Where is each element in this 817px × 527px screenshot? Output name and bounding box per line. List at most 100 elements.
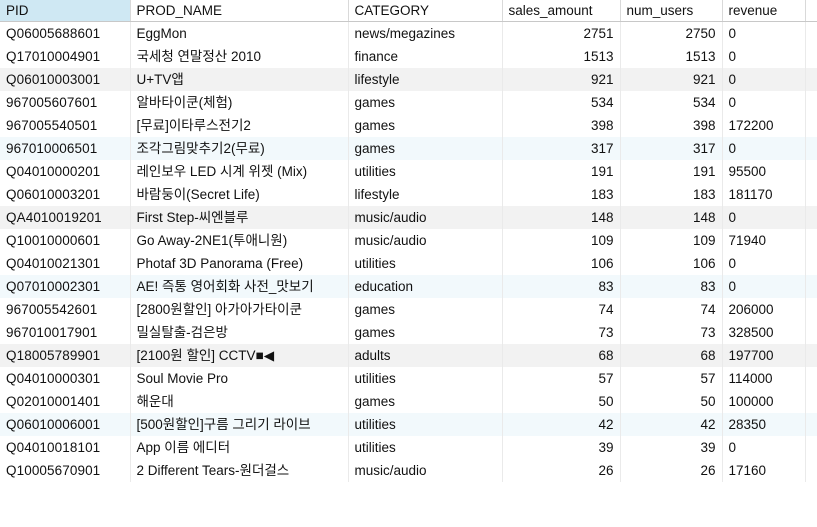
cell-category[interactable]: music/audio [348, 206, 503, 229]
cell-prod-name[interactable]: Go Away-2NE1(투애니원) [130, 229, 349, 252]
cell-revenue[interactable]: 206000 [722, 298, 806, 321]
table-row[interactable]: 967005542601 [2800원할인] 아가아가타이쿤 games 74 74 20… [0, 298, 817, 321]
cell-num-users[interactable]: 148 [620, 206, 723, 229]
cell-category[interactable]: lifestyle [348, 68, 503, 91]
cell-sales-amount[interactable]: 57 [502, 367, 621, 390]
table-row[interactable]: Q04010000201 레인보우 LED 시계 위젯 (Mix) utilitie… [0, 160, 817, 183]
cell-category[interactable]: games [348, 114, 503, 137]
cell-sales-amount[interactable]: 74 [502, 298, 621, 321]
cell-sales-amount[interactable]: 191 [502, 160, 621, 183]
cell-revenue[interactable]: 0 [722, 436, 806, 459]
cell-num-users[interactable]: 183 [620, 183, 723, 206]
cell-prod-name[interactable]: [무료]이타루스전기2 [130, 114, 349, 137]
cell-category[interactable]: utilities [348, 160, 503, 183]
cell-prod-name[interactable]: [2100원 할인] CCTV■◀ [130, 344, 349, 367]
column-header-sales-amount[interactable]: sales_amount [502, 0, 621, 22]
table-row[interactable]: Q04010000301 Soul Movie Pro utilities 57 57 1… [0, 367, 817, 390]
cell-prod-name[interactable]: App 이름 에디터 [130, 436, 349, 459]
cell-num-users[interactable]: 57 [620, 367, 723, 390]
cell-prod-name[interactable]: 국세청 연말정산 2010 [130, 45, 349, 68]
cell-revenue[interactable]: 0 [722, 137, 806, 160]
cell-sales-amount[interactable]: 317 [502, 137, 621, 160]
cell-revenue[interactable]: 0 [722, 206, 806, 229]
cell-pid[interactable]: Q02010001401 [0, 390, 131, 413]
cell-num-users[interactable]: 191 [620, 160, 723, 183]
cell-num-users[interactable]: 73 [620, 321, 723, 344]
cell-revenue[interactable]: 0 [722, 21, 806, 45]
cell-sales-amount[interactable]: 83 [502, 275, 621, 298]
cell-category[interactable]: education [348, 275, 503, 298]
cell-revenue[interactable]: 181170 [722, 183, 806, 206]
cell-revenue[interactable]: 114000 [722, 367, 806, 390]
cell-category[interactable]: music/audio [348, 459, 503, 482]
cell-pid[interactable]: Q10005670901 [0, 459, 131, 482]
cell-num-users[interactable]: 42 [620, 413, 723, 436]
cell-category[interactable]: games [348, 321, 503, 344]
table-row[interactable]: Q06010003001 U+TV앱 lifestyle 921 921 0 [0, 68, 817, 91]
cell-prod-name[interactable]: Photaf 3D Panorama (Free) [130, 252, 349, 275]
cell-revenue[interactable]: 0 [722, 68, 806, 91]
cell-num-users[interactable]: 1513 [620, 45, 723, 68]
cell-revenue[interactable]: 100000 [722, 390, 806, 413]
cell-prod-name[interactable]: 알바타이쿤(체험) [130, 91, 349, 114]
cell-sales-amount[interactable]: 50 [502, 390, 621, 413]
table-row[interactable]: Q18005789901 [2100원 할인] CCTV■◀ adults 68 68 1… [0, 344, 817, 367]
cell-revenue[interactable]: 17160 [722, 459, 806, 482]
cell-num-users[interactable]: 317 [620, 137, 723, 160]
cell-prod-name[interactable]: Soul Movie Pro [130, 367, 349, 390]
table-row[interactable]: Q17010004901 국세청 연말정산 2010 finance 1513 1513… [0, 45, 817, 68]
cell-revenue[interactable]: 197700 [722, 344, 806, 367]
cell-category[interactable]: utilities [348, 436, 503, 459]
cell-num-users[interactable]: 83 [620, 275, 723, 298]
cell-num-users[interactable]: 921 [620, 68, 723, 91]
cell-prod-name[interactable]: U+TV앱 [130, 68, 349, 91]
cell-num-users[interactable]: 68 [620, 344, 723, 367]
cell-pid[interactable]: 967010017901 [0, 321, 131, 344]
cell-sales-amount[interactable]: 106 [502, 252, 621, 275]
cell-category[interactable]: finance [348, 45, 503, 68]
table-row[interactable]: 967005540501 [무료]이타루스전기2 games 398 398 172200 [0, 114, 817, 137]
cell-num-users[interactable]: 106 [620, 252, 723, 275]
cell-revenue[interactable]: 0 [722, 275, 806, 298]
cell-pid[interactable]: 967005542601 [0, 298, 131, 321]
column-header-prod-name[interactable]: PROD_NAME [130, 0, 349, 22]
cell-category[interactable]: games [348, 137, 503, 160]
column-header-pid[interactable]: PID [0, 0, 131, 22]
cell-prod-name[interactable]: [500원할인]구름 그리기 라이브 [130, 413, 349, 436]
cell-pid[interactable]: Q06010006001 [0, 413, 131, 436]
result-grid[interactable]: PID PROD_NAME CATEGORY sales_amount num_… [0, 0, 817, 527]
cell-category[interactable]: utilities [348, 367, 503, 390]
cell-sales-amount[interactable]: 921 [502, 68, 621, 91]
cell-pid[interactable]: QA4010019201 [0, 206, 131, 229]
cell-sales-amount[interactable]: 183 [502, 183, 621, 206]
cell-num-users[interactable]: 398 [620, 114, 723, 137]
cell-sales-amount[interactable]: 73 [502, 321, 621, 344]
cell-revenue[interactable]: 95500 [722, 160, 806, 183]
table-row[interactable]: Q10010000601 Go Away-2NE1(투애니원) music/audi… [0, 229, 817, 252]
cell-sales-amount[interactable]: 1513 [502, 45, 621, 68]
column-header-revenue[interactable]: revenue [722, 0, 806, 22]
cell-num-users[interactable]: 534 [620, 91, 723, 114]
table-row[interactable]: Q02010001401 해운대 games 50 50 100000 [0, 390, 817, 413]
cell-revenue[interactable]: 0 [722, 91, 806, 114]
table-row[interactable]: Q04010021301 Photaf 3D Panorama (Free) uti… [0, 252, 817, 275]
cell-sales-amount[interactable]: 398 [502, 114, 621, 137]
cell-category[interactable]: games [348, 298, 503, 321]
cell-sales-amount[interactable]: 148 [502, 206, 621, 229]
cell-prod-name[interactable]: 바람둥이(Secret Life) [130, 183, 349, 206]
table-row[interactable]: 967005607601 알바타이쿤(체험) games 534 534 0 [0, 91, 817, 114]
cell-num-users[interactable]: 39 [620, 436, 723, 459]
cell-pid[interactable]: Q04010000201 [0, 160, 131, 183]
cell-category[interactable]: news/megazines [348, 21, 503, 45]
cell-pid[interactable]: 967005540501 [0, 114, 131, 137]
cell-pid[interactable]: Q10010000601 [0, 229, 131, 252]
cell-category[interactable]: music/audio [348, 229, 503, 252]
cell-pid[interactable]: Q04010018101 [0, 436, 131, 459]
cell-pid[interactable]: Q04010000301 [0, 367, 131, 390]
cell-num-users[interactable]: 74 [620, 298, 723, 321]
cell-revenue[interactable]: 328500 [722, 321, 806, 344]
cell-sales-amount[interactable]: 2751 [502, 21, 621, 45]
cell-num-users[interactable]: 26 [620, 459, 723, 482]
cell-sales-amount[interactable]: 534 [502, 91, 621, 114]
cell-num-users[interactable]: 50 [620, 390, 723, 413]
